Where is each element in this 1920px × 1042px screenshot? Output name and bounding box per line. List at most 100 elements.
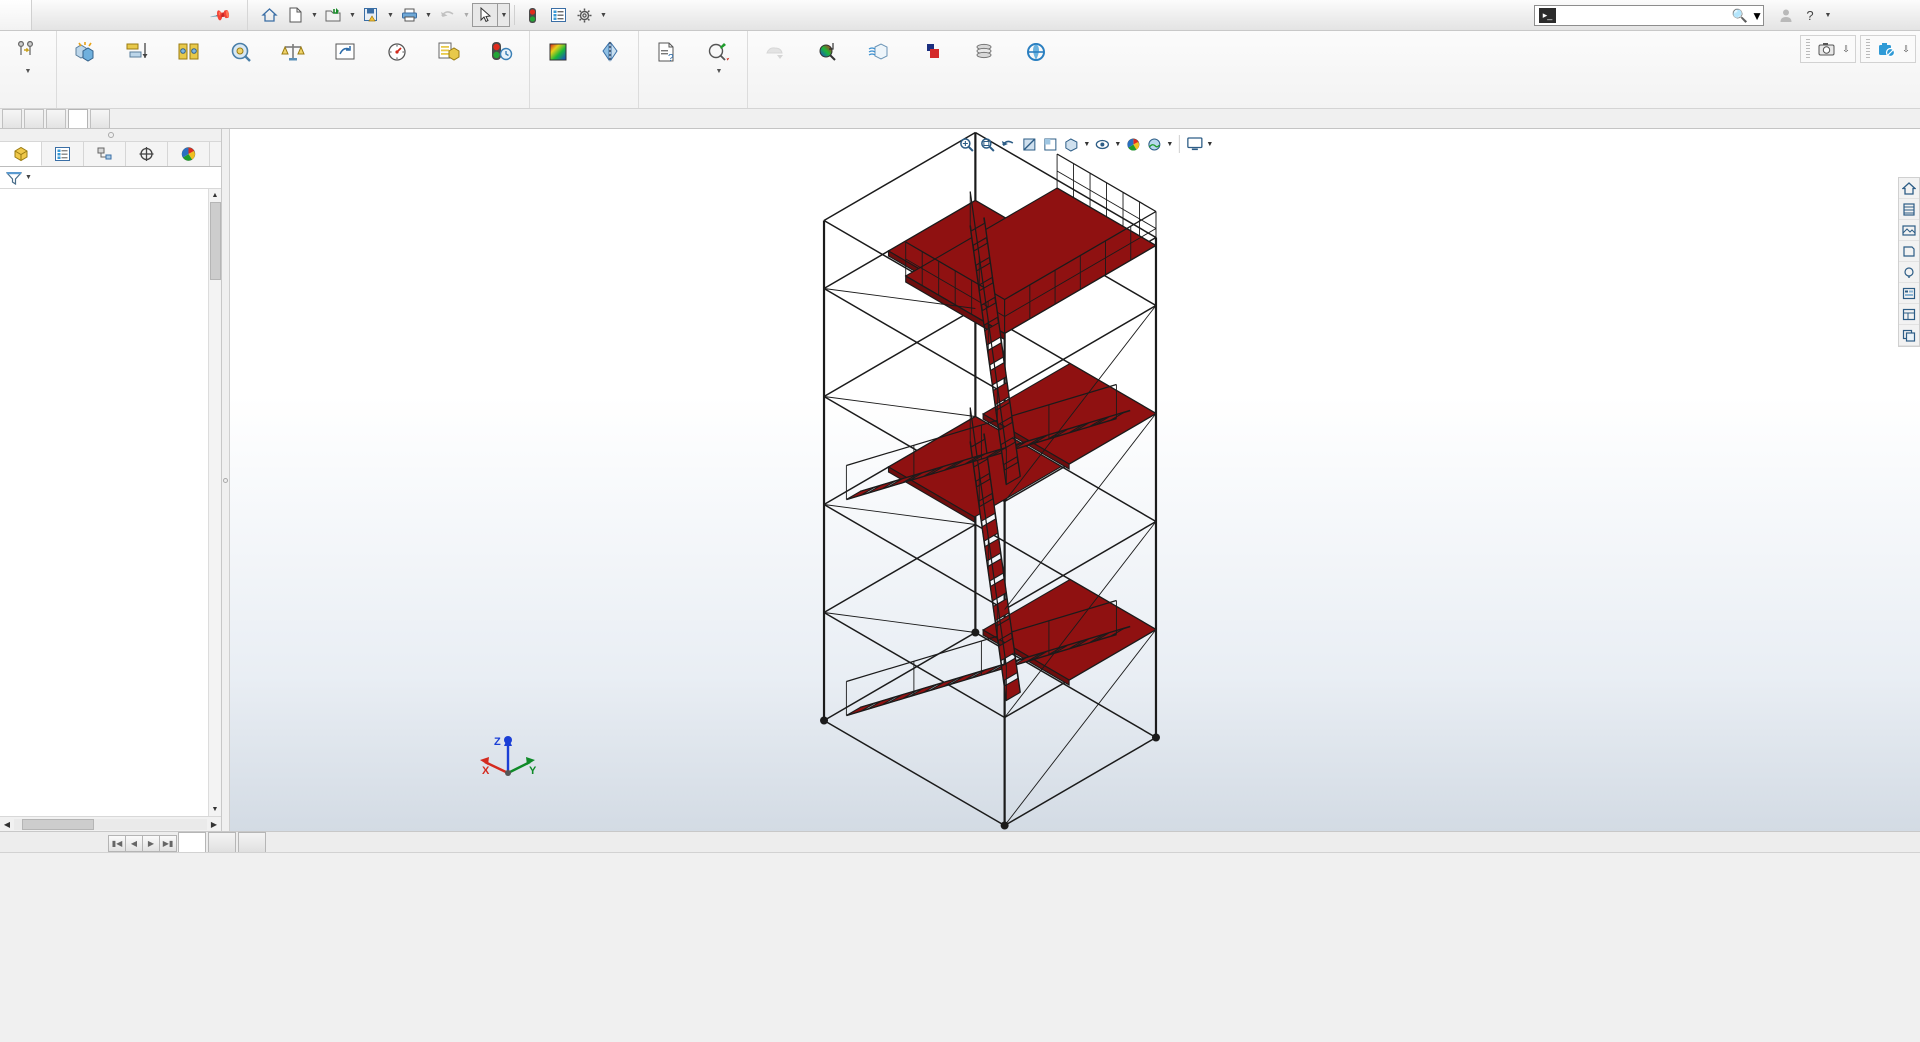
menu-item-edit[interactable] — [66, 11, 88, 19]
new-document-icon[interactable] — [282, 3, 308, 27]
command-search-box[interactable]: ▸_ 🔍 ▼ — [1534, 5, 1764, 26]
check-active-document-dropdown-icon[interactable]: ▼ — [716, 68, 723, 75]
tab-layout[interactable] — [24, 109, 44, 128]
view-orientation-icon[interactable] — [1040, 134, 1061, 155]
search-caret-icon[interactable]: ▼ — [1751, 9, 1763, 23]
select-cursor-icon[interactable] — [472, 3, 499, 27]
dimxpert-manager-icon[interactable] — [126, 142, 168, 166]
select-caret-icon[interactable]: ▼ — [498, 3, 511, 27]
hide-show-caret-icon[interactable]: ▼ — [1113, 141, 1123, 148]
user-account-icon[interactable] — [1774, 4, 1798, 28]
home-icon[interactable] — [256, 3, 282, 27]
design-study-dropdown-icon[interactable]: ▼ — [25, 68, 32, 75]
bottom-tab-model[interactable] — [178, 832, 206, 852]
window-close-button[interactable] — [1886, 4, 1912, 28]
print-caret-icon[interactable]: ▼ — [422, 12, 434, 19]
costing-button[interactable] — [958, 35, 1010, 69]
record-capture-icon[interactable] — [1873, 37, 1899, 61]
hide-show-items-icon[interactable] — [1092, 134, 1113, 155]
display-style-caret-icon[interactable]: ▼ — [1082, 141, 1092, 148]
hscroll-track[interactable] — [14, 818, 207, 830]
tab-next-icon[interactable]: ▶ — [142, 835, 160, 852]
floxpress-button[interactable] — [854, 35, 906, 69]
curvature-button[interactable] — [532, 35, 584, 69]
scroll-down-icon[interactable]: ▼ — [209, 803, 221, 816]
feature-manager-tree-icon[interactable] — [0, 142, 42, 166]
tab-first-icon[interactable]: ▮◀ — [108, 835, 126, 852]
window-restore-button[interactable] — [1860, 4, 1886, 28]
interference-check-button[interactable] — [59, 35, 111, 69]
undo-caret-icon[interactable]: ▼ — [460, 12, 472, 19]
performance-evaluation-button[interactable] — [475, 35, 527, 69]
bottom-tab-3d-views[interactable] — [208, 832, 236, 852]
sensor-button[interactable] — [371, 35, 423, 69]
display-manager-icon[interactable] — [168, 142, 210, 166]
symmetry-check-button[interactable] — [584, 35, 636, 69]
rebuild-traffic-light-icon[interactable] — [519, 3, 545, 27]
sustainability-button[interactable] — [1010, 35, 1062, 69]
section-view-icon[interactable] — [1019, 134, 1040, 155]
panel-splitter-vertical[interactable] — [222, 129, 230, 831]
window-close-icon[interactable] — [1896, 131, 1916, 149]
bottom-tab-animation[interactable] — [238, 832, 266, 852]
apply-scene-caret-icon[interactable]: ▼ — [1165, 141, 1175, 148]
scroll-thumb[interactable] — [210, 202, 221, 280]
stair-tower-model[interactable] — [230, 129, 1920, 831]
check-active-document-button[interactable]: ▼ — [693, 35, 745, 77]
window-restore-left-icon[interactable] — [1836, 131, 1856, 149]
save-icon[interactable] — [358, 3, 384, 27]
window-minimize-button[interactable] — [1834, 4, 1860, 28]
new-document-caret-icon[interactable]: ▼ — [308, 12, 320, 19]
custom-views-icon[interactable] — [1899, 304, 1919, 325]
scroll-up-icon[interactable]: ▲ — [209, 189, 221, 202]
mass-properties-button[interactable] — [267, 35, 319, 69]
print-icon[interactable] — [396, 3, 422, 27]
tab-last-icon[interactable]: ▶▮ — [159, 835, 177, 852]
driveworksxpress-button[interactable] — [906, 35, 958, 69]
options-list-icon[interactable] — [545, 3, 571, 27]
settings-caret-icon[interactable]: ▼ — [597, 12, 609, 19]
feature-tree[interactable]: ▲ ▼ — [0, 189, 221, 816]
view-settings-icon[interactable] — [1184, 134, 1205, 155]
search-input[interactable] — [1560, 9, 1729, 22]
compare-documents-button[interactable]: ? — [641, 35, 693, 69]
manager-tabs-expand-icon[interactable] — [210, 142, 221, 166]
display-states-icon[interactable] — [1899, 283, 1919, 304]
toolbar-grip[interactable] — [1866, 39, 1870, 59]
tab-assembly[interactable] — [2, 109, 22, 128]
settings-gear-icon[interactable] — [571, 3, 597, 27]
menu-item-tools[interactable] — [132, 11, 154, 19]
tab-prev-icon[interactable]: ◀ — [125, 835, 143, 852]
section-properties-button[interactable] — [319, 35, 371, 69]
appearances-icon[interactable] — [1899, 199, 1919, 220]
search-magnifier-icon[interactable]: 🔍 — [1729, 8, 1751, 24]
view-settings-caret-icon[interactable]: ▼ — [1205, 141, 1215, 148]
menu-item-view[interactable] — [88, 11, 110, 19]
save-caret-icon[interactable]: ▼ — [384, 12, 396, 19]
record-capture-caret-icon[interactable]: ⇩ — [1899, 44, 1913, 55]
scroll-left-icon[interactable]: ◀ — [0, 820, 14, 829]
screen-capture-caret-icon[interactable]: ⇩ — [1839, 44, 1853, 55]
design-study-button[interactable]: ▼ — [2, 35, 54, 77]
menu-item-file[interactable] — [44, 11, 66, 19]
toolbar-grip[interactable] — [1806, 39, 1810, 59]
menu-item-help[interactable] — [176, 11, 198, 19]
edit-appearance-icon[interactable] — [1123, 134, 1144, 155]
tab-sketch[interactable] — [46, 109, 66, 128]
screen-capture-icon[interactable] — [1813, 37, 1839, 61]
scroll-right-icon[interactable]: ▶ — [207, 820, 221, 829]
tree-filter-bar[interactable]: ▼ — [0, 167, 221, 189]
undo-icon[interactable] — [434, 3, 460, 27]
tab-solidworks-addins[interactable] — [90, 109, 110, 128]
assembly-visualization-button[interactable] — [423, 35, 475, 69]
zoom-to-fit-icon[interactable] — [956, 134, 977, 155]
apply-scene-icon[interactable] — [1144, 134, 1165, 155]
help-question-icon[interactable]: ? — [1798, 4, 1822, 28]
help-caret-icon[interactable]: ▼ — [1822, 4, 1834, 28]
panel-splitter-horizontal[interactable] — [0, 129, 221, 142]
hole-alignment-button[interactable] — [163, 35, 215, 69]
menu-item-window[interactable] — [154, 11, 176, 19]
lights-cameras-icon[interactable] — [1899, 262, 1919, 283]
configuration-manager-icon[interactable] — [84, 142, 126, 166]
view-home-icon[interactable] — [1899, 178, 1919, 199]
